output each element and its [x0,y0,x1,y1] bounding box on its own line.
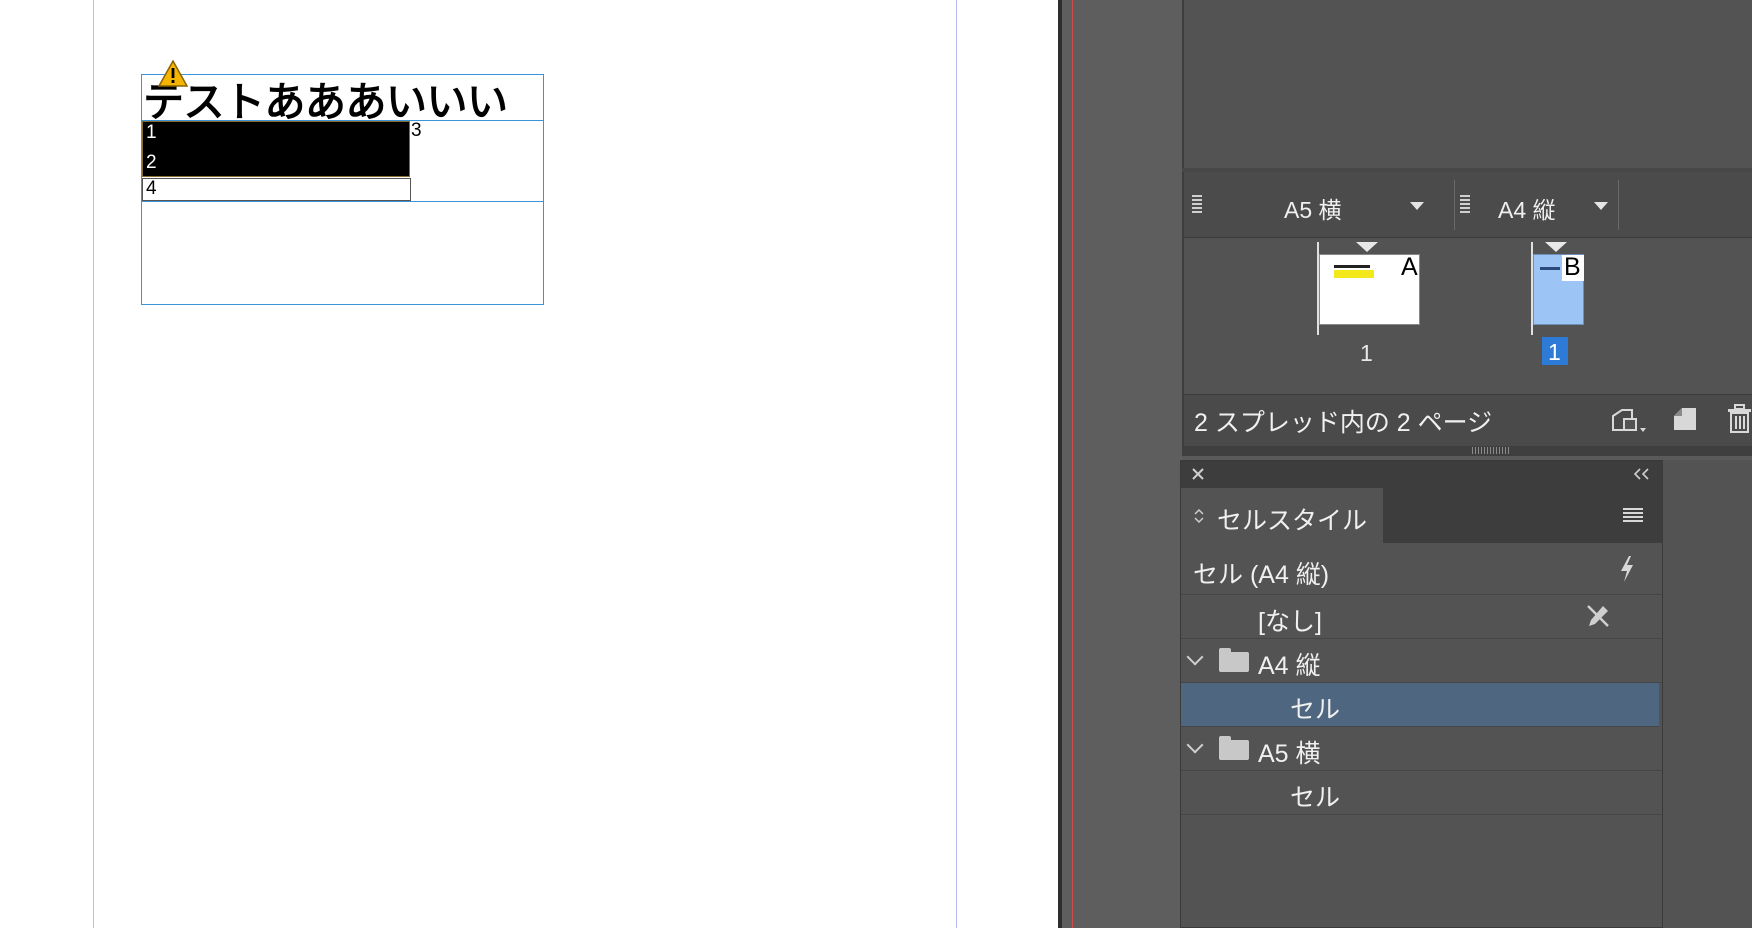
new-page-icon[interactable] [1672,406,1698,432]
page-marker-icon [1545,242,1567,252]
masters-bar: A5 横 A4 縦 [1182,172,1752,238]
new-page-size-icon[interactable] [1610,406,1648,436]
divider [1454,180,1455,230]
no-edit-pencil-icon [1587,605,1609,627]
table-cell-merged-selected[interactable]: 1 2 [142,121,410,177]
master-letter: A [1401,253,1418,281]
style-item-a5-cell[interactable]: セル [1181,771,1662,815]
folder-icon [1219,648,1249,672]
collapse-panel-icon[interactable] [1633,468,1651,480]
page-number-1[interactable]: 1 [1360,340,1373,367]
master-a5[interactable]: A5 横 [1284,172,1434,238]
divider [1618,180,1619,230]
thumbnail-text-preview [1334,265,1370,268]
pages-thumbnails[interactable] [1182,238,1752,394]
bleed-guide [1072,0,1073,928]
margin-guide-right [956,0,957,928]
style-group-label: A5 横 [1258,740,1321,768]
style-item-label: [なし] [1258,608,1322,636]
workspace-background [1663,460,1752,928]
chevron-down-icon[interactable] [1186,736,1204,754]
panel-resize-edge[interactable] [1182,446,1752,456]
master-letter: B [1564,253,1581,281]
resize-grip-icon[interactable] [1472,447,1510,454]
drag-grip-icon[interactable] [1192,195,1202,215]
frame-title-text[interactable]: テストあああいいい [143,68,508,128]
current-style-row: セル (A4 縦) [1181,543,1662,595]
table-cell-4[interactable]: 4 [142,178,411,201]
chevron-down-icon [1594,202,1608,210]
pages-status-text: 2 スプレッド内の 2 ページ [1194,409,1493,437]
pages-panel-pages-area[interactable] [1182,0,1752,168]
style-item-label: セル [1290,784,1341,812]
chevron-down-icon[interactable] [1186,648,1204,666]
cell-1-text: 1 [146,122,157,143]
style-item-none[interactable]: [なし] [1181,595,1662,639]
page-thumbnail-1[interactable]: A [1319,253,1420,325]
trash-icon[interactable] [1727,404,1752,434]
style-group-label: A4 縦 [1258,652,1321,680]
style-group-a4[interactable]: A4 縦 [1181,639,1662,683]
page-marker-icon [1356,242,1378,252]
tab-toggle-icon [1194,508,1204,524]
pasteboard [1062,0,1182,928]
chevron-down-icon [1410,202,1424,210]
style-item-label: セル [1290,696,1341,724]
thumbnail-text-preview [1540,267,1560,270]
cell-2-text: 2 [146,152,157,173]
master-letter-box: B [1562,253,1584,281]
close-icon[interactable] [1191,467,1205,481]
master-a4[interactable]: A4 縦 [1498,172,1628,238]
warning-icon[interactable] [158,60,188,87]
master-a5-label: A5 横 [1284,197,1342,223]
panel-menu-icon[interactable] [1623,508,1643,522]
page-number-2-highlight[interactable]: 1 [1542,337,1568,365]
cell-3-text[interactable]: 3 [411,120,422,142]
panel-title-bar[interactable] [1181,461,1662,488]
page-thumbnail-2[interactable]: B [1533,253,1584,325]
current-style-label: セル (A4 縦) [1193,561,1330,589]
page-number-2: 1 [1548,339,1561,365]
thumbnail-table-preview [1334,270,1374,278]
folder-icon [1219,736,1249,760]
drag-grip-icon[interactable] [1460,195,1470,215]
tab-label: セルスタイル [1217,507,1368,535]
style-item-a4-cell[interactable]: セル [1181,683,1659,727]
master-a4-label: A4 縦 [1498,197,1556,223]
cell-4-text: 4 [146,178,157,199]
tab-cell-styles[interactable]: セルスタイル [1181,488,1383,543]
margin-guide-left [93,0,94,928]
style-group-a5[interactable]: A5 横 [1181,727,1662,771]
lightning-icon[interactable] [1618,555,1636,583]
